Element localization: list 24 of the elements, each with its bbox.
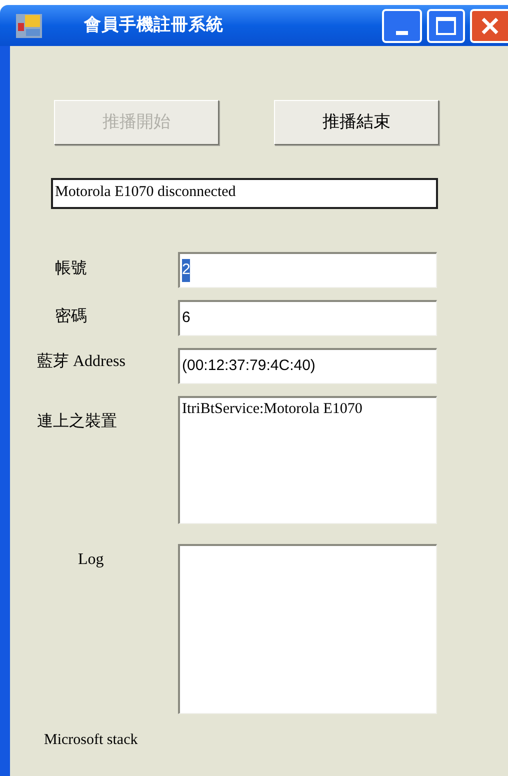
close-icon (481, 16, 499, 34)
stack-label: Microsoft stack (44, 732, 138, 748)
field-value: (00:12:37:79:4C:40) (182, 356, 316, 376)
field-value: 2 (182, 259, 190, 282)
minimize-icon (396, 30, 408, 34)
push-button[interactable]: 推播結束 (274, 100, 439, 145)
input-field[interactable]: (00:12:37:79:4C:40) (178, 348, 437, 384)
field-label: 密碼 (55, 308, 87, 325)
devices-list[interactable]: ItriBtService:Motorola E1070 (178, 396, 437, 524)
field-label: 藍芽 Address (37, 353, 126, 370)
log-label: Log (78, 551, 104, 568)
input-field[interactable]: 2 (178, 252, 437, 288)
input-field[interactable]: 6 (178, 300, 437, 336)
field-label: 帳號 (55, 260, 87, 277)
window-title: 會員手機註冊系統 (84, 14, 224, 37)
devices-label: 連上之裝置 (37, 413, 117, 430)
device-item[interactable]: ItriBtService:Motorola E1070 (182, 398, 434, 420)
field-value: 6 (182, 308, 190, 328)
maximize-button[interactable] (427, 8, 465, 42)
status-text: Motorola E1070 disconnected (51, 178, 438, 209)
minimize-button[interactable] (382, 8, 422, 42)
app-icon (16, 14, 42, 38)
maximize-icon (436, 16, 456, 34)
close-button[interactable] (470, 8, 508, 42)
